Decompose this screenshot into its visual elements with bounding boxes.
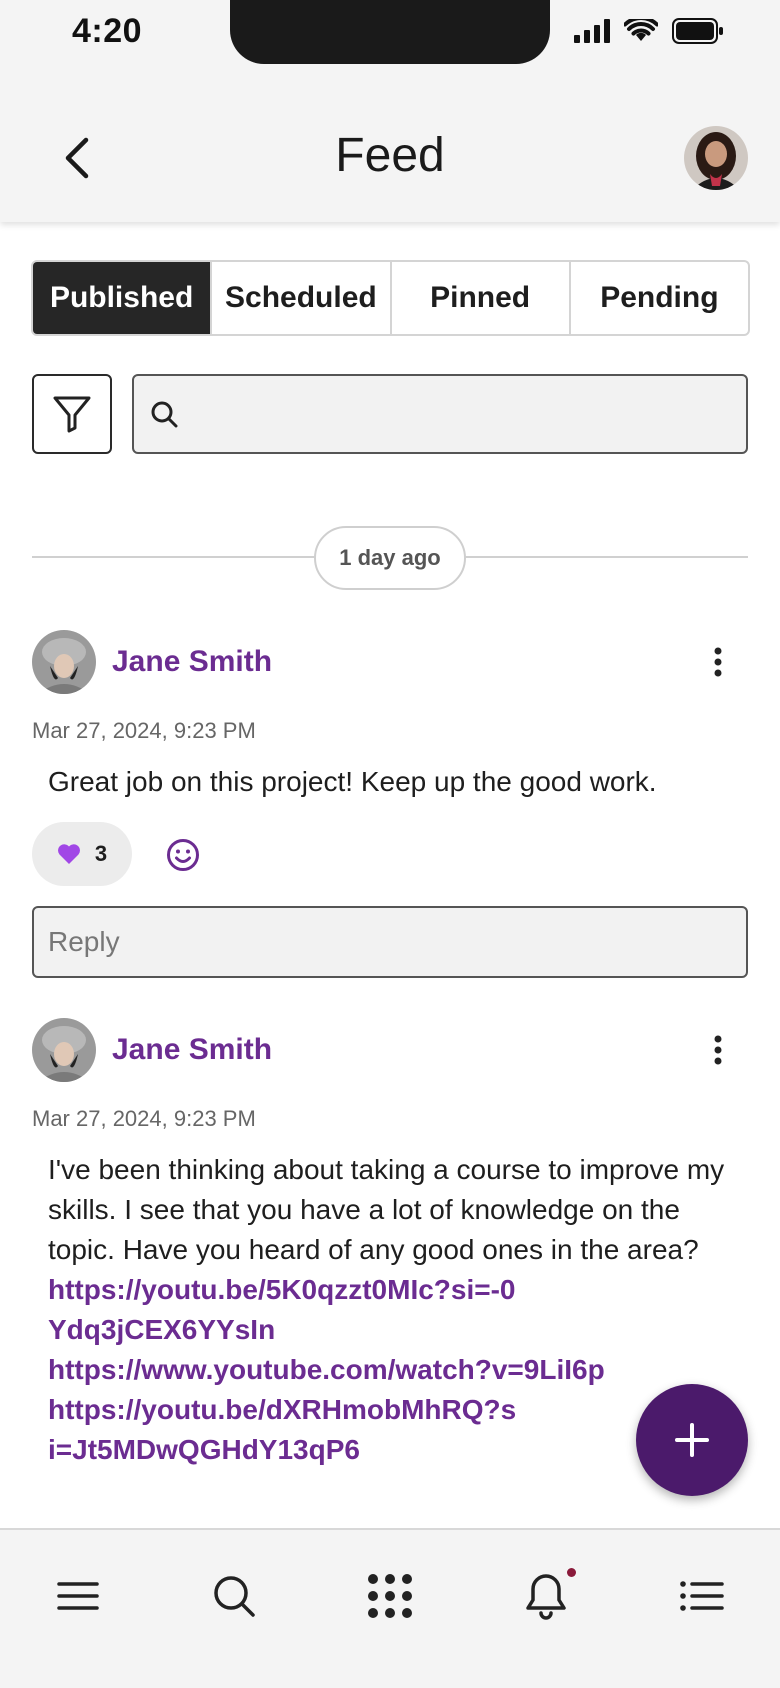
notification-dot: [567, 1568, 576, 1577]
filter-button[interactable]: [32, 374, 112, 454]
post-header: Jane Smith: [32, 630, 748, 694]
status-time: 4:20: [72, 12, 143, 50]
reply-input[interactable]: [34, 908, 746, 976]
reaction-count: 3: [94, 841, 108, 866]
post-link[interactable]: https://www.youtube.com/watch?v=9LiI6p: [48, 1350, 738, 1390]
post-body: Great job on this project! Keep up the g…: [48, 766, 657, 797]
author-avatar[interactable]: [32, 1018, 96, 1082]
nav-search[interactable]: [204, 1566, 264, 1626]
nav-list[interactable]: [672, 1566, 732, 1626]
status-icons: [574, 16, 724, 49]
bell-icon: [526, 1574, 566, 1620]
post-author[interactable]: Jane Smith: [112, 645, 272, 679]
nav-apps[interactable]: [360, 1566, 420, 1626]
grid-dots-icon: [368, 1574, 412, 1618]
tab-scheduled[interactable]: Scheduled: [212, 262, 392, 334]
reply-field: [32, 906, 748, 978]
post-body: I've been thinking about taking a course…: [48, 1150, 738, 1470]
post-link[interactable]: https://youtu.be/dXRHmobMhRQ?si=Jt5MDwQG…: [48, 1390, 518, 1470]
more-options-button[interactable]: [698, 1025, 738, 1075]
feed-tabs: Published Scheduled Pinned Pending: [31, 260, 750, 336]
page-title: Feed: [335, 129, 445, 182]
tab-pending[interactable]: Pending: [571, 262, 748, 334]
top-bar: 4:20 Feed: [0, 0, 780, 222]
filter-icon: [53, 396, 91, 433]
date-divider-label: 1 day ago: [314, 526, 466, 590]
bottom-nav: [0, 1528, 780, 1688]
tab-pinned[interactable]: Pinned: [392, 262, 571, 334]
smiley-icon: [167, 839, 199, 871]
nav-notifications[interactable]: [516, 1566, 576, 1626]
plus-icon: [675, 1423, 709, 1457]
post-header: Jane Smith: [32, 1018, 748, 1082]
post-timestamp: Mar 27, 2024, 9:23 PM: [32, 718, 256, 743]
search-icon: [214, 1576, 255, 1617]
reaction-button[interactable]: 3: [32, 822, 132, 886]
add-reaction-button[interactable]: [166, 838, 200, 872]
post-text: I've been thinking about taking a course…: [48, 1154, 725, 1265]
more-options-button[interactable]: [698, 637, 738, 687]
search-input[interactable]: [192, 376, 746, 452]
more-vertical-icon: [714, 647, 722, 677]
user-avatar[interactable]: [684, 126, 748, 190]
signal-icon: [574, 19, 610, 48]
tab-published[interactable]: Published: [33, 262, 213, 334]
search-icon: [151, 401, 178, 428]
battery-icon: [672, 18, 724, 49]
list-icon: [680, 1581, 724, 1611]
more-vertical-icon: [714, 1035, 722, 1065]
post-author[interactable]: Jane Smith: [112, 1033, 272, 1067]
wifi-icon: [623, 16, 659, 48]
purple-heart-icon: [57, 844, 80, 864]
nav-menu[interactable]: [48, 1566, 108, 1626]
post-link[interactable]: https://youtu.be/5K0qzzt0MIc?si=-0Ydq3jC…: [48, 1270, 518, 1350]
search-field: [132, 374, 748, 454]
post-timestamp: Mar 27, 2024, 9:23 PM: [32, 1106, 256, 1131]
author-avatar[interactable]: [32, 630, 96, 694]
compose-button[interactable]: [636, 1384, 748, 1496]
device-notch: [230, 0, 550, 64]
menu-icon: [57, 1582, 99, 1610]
